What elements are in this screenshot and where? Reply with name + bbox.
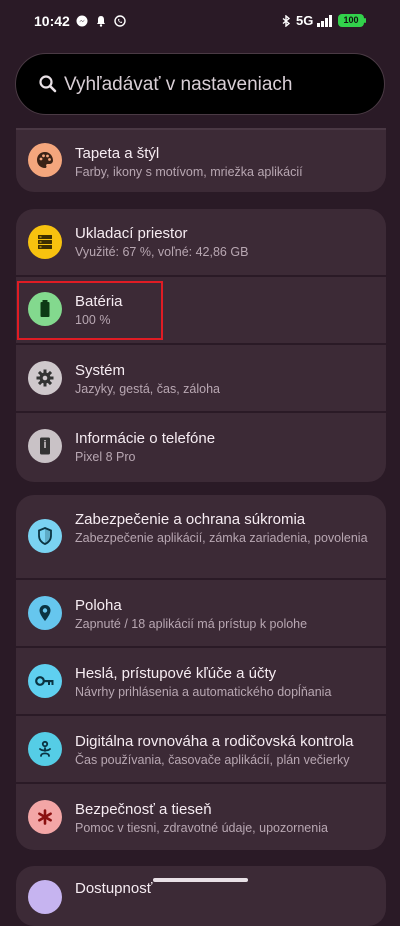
item-title: Poloha (75, 597, 122, 614)
emergency-asterisk-icon (28, 800, 62, 834)
wellbeing-icon (28, 732, 62, 766)
item-title: Zabezpečenie a ochrana súkromia (75, 511, 306, 528)
settings-group-personalization: Tapeta a štýl Farby, ikony s motívom, mr… (16, 128, 386, 192)
settings-item-system[interactable]: Systém Jazyky, gestá, čas, záloha (16, 345, 386, 411)
search-icon (39, 75, 57, 93)
battery-highlight-box (17, 281, 163, 340)
item-title: Systém (75, 362, 126, 379)
item-title: Heslá, prístupové kľúče a účty (75, 665, 277, 682)
notification-bell-icon (97, 16, 105, 27)
gesture-navigation-handle[interactable] (153, 878, 248, 882)
battery-level: 100 (343, 15, 359, 25)
network-type: 5G (296, 13, 314, 28)
settings-item-wallpaper[interactable]: Tapeta a štýl Farby, ikony s motívom, mr… (16, 128, 386, 192)
item-subtitle: Návrhy prihlásenia a automatického dopĺň… (75, 685, 332, 699)
phone-info-icon (28, 429, 62, 463)
item-subtitle: Farby, ikony s motívom, mriežka aplikáci… (75, 165, 303, 179)
messenger-icon (76, 15, 88, 27)
settings-group-accessibility: Dostupnosť (16, 866, 386, 926)
item-title: Digitálna rovnováha a rodičovská kontrol… (75, 733, 354, 750)
item-title: Bezpečnosť a tieseň (75, 801, 212, 818)
item-subtitle: Jazyky, gestá, čas, záloha (75, 382, 220, 396)
battery-tip (364, 18, 366, 23)
settings-item-location[interactable]: Poloha Zapnuté / 18 aplikácií má prístup… (16, 580, 386, 646)
item-subtitle: Zabezpečenie aplikácií, zámka zariadenia… (75, 531, 368, 545)
item-subtitle: Využité: 67 %, voľné: 42,86 GB (75, 245, 249, 259)
settings-item-safety[interactable]: Bezpečnosť a tieseň Pomoc v tiesni, zdra… (16, 784, 386, 850)
item-title: Informácie o telefóne (75, 430, 216, 447)
item-subtitle: Čas používania, časovače aplikácií, plán… (75, 753, 350, 767)
settings-item-security[interactable]: Zabezpečenie a ochrana súkromia Zabezpeč… (16, 495, 386, 578)
settings-item-wellbeing[interactable]: Digitálna rovnováha a rodičovská kontrol… (16, 716, 386, 782)
key-icon (28, 664, 62, 698)
settings-item-accessibility[interactable]: Dostupnosť (16, 866, 386, 926)
search-bar[interactable]: Vyhľadávať v nastaveniach (15, 53, 385, 115)
location-pin-icon (28, 596, 62, 630)
signal-icon (317, 15, 332, 27)
item-title: Dostupnosť (75, 880, 153, 897)
item-subtitle: Zapnuté / 18 aplikácií má prístup k polo… (75, 617, 308, 631)
settings-item-about-phone[interactable]: Informácie o telefóne Pixel 8 Pro (16, 413, 386, 482)
battery-status-icon: 100 (338, 14, 364, 27)
search-placeholder: Vyhľadávať v nastaveniach (64, 74, 293, 95)
settings-item-storage[interactable]: Ukladací priestor Využité: 67 %, voľné: … (16, 209, 386, 275)
gear-icon (28, 361, 62, 395)
item-subtitle: Pomoc v tiesni, zdravotné údaje, upozorn… (75, 821, 328, 835)
item-title: Tapeta a štýl (75, 145, 160, 162)
status-time: 10:42 (34, 13, 70, 29)
storage-icon (28, 225, 62, 259)
settings-item-passwords[interactable]: Heslá, prístupové kľúče a účty Návrhy pr… (16, 648, 386, 714)
status-bar: 10:42 5G 100 (0, 0, 400, 42)
item-subtitle: Pixel 8 Pro (75, 450, 136, 464)
bluetooth-icon (282, 15, 291, 27)
item-title: Ukladací priestor (75, 225, 188, 242)
shield-icon (28, 519, 62, 553)
palette-icon (28, 143, 62, 177)
settings-group-privacy: Zabezpečenie a ochrana súkromia Zabezpeč… (16, 495, 386, 850)
settings-group-device: Ukladací priestor Využité: 67 %, voľné: … (16, 209, 386, 482)
viber-icon (114, 15, 126, 27)
accessibility-icon (28, 880, 62, 914)
